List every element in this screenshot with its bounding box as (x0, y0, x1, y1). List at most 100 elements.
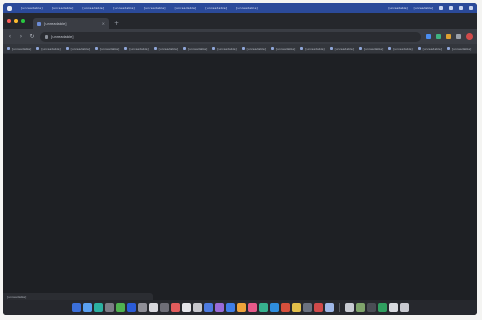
bookmark-item[interactable]: [unreadable] (388, 46, 413, 51)
dock-app-icon[interactable] (148, 303, 158, 312)
menu-bar: [unreadable] [unreadable] [unreadable] [… (3, 3, 477, 13)
extension-icon[interactable] (426, 34, 431, 39)
forward-button[interactable]: › (18, 33, 24, 40)
dock-app-icon[interactable] (302, 303, 312, 312)
dock-app-icon[interactable] (214, 303, 224, 312)
menu-item[interactable]: [unreadable] (113, 6, 135, 10)
extension-icon[interactable] (446, 34, 451, 39)
bookmark-favicon-icon (182, 47, 186, 50)
tab-close-icon[interactable]: × (102, 21, 105, 26)
bookmark-item[interactable]: [unreadable] (36, 47, 61, 51)
bookmark-favicon-icon (153, 47, 157, 50)
dock-app-icon[interactable] (313, 303, 323, 312)
menubar-status-area: [unreadable] [unreadable] (388, 6, 473, 10)
address-bar[interactable]: [unreadable] (40, 31, 421, 42)
menu-item[interactable]: [unreadable] (236, 6, 258, 10)
bookmark-item[interactable]: [unreadable] (94, 47, 119, 51)
dock-app-icon[interactable] (181, 303, 191, 312)
tab-title: [unreadable] (44, 21, 67, 26)
control-center-icon[interactable] (469, 6, 473, 10)
bookmark-item[interactable]: [unreadable] (300, 47, 325, 51)
bookmark-item[interactable]: [unreadable] (270, 47, 295, 51)
bookmark-label: [unreadable] (129, 46, 149, 51)
menu-item[interactable]: [unreadable] (82, 6, 104, 10)
bookmark-item[interactable]: [unreadable] (212, 47, 237, 51)
reload-button[interactable]: ↻ (29, 33, 35, 40)
bookmark-item[interactable]: [unreadable] (358, 47, 383, 51)
bookmark-label: [unreadable] (246, 46, 266, 51)
bookmark-favicon-icon (417, 47, 421, 50)
new-tab-button[interactable]: + (114, 20, 119, 27)
dock-app-icon[interactable] (159, 303, 169, 312)
bookmark-label: [unreadable] (158, 46, 178, 51)
profile-avatar[interactable] (466, 33, 473, 40)
address-url[interactable]: [unreadable] (51, 35, 74, 39)
bookmark-label: [unreadable] (451, 46, 472, 51)
menu-item[interactable]: [unreadable] (144, 6, 166, 10)
tab-favicon-icon (37, 21, 41, 26)
bookmarks-bar: [unreadable] [unreadable] [unreadable] [unr… (3, 44, 477, 54)
dock-app-icon[interactable] (71, 303, 81, 312)
lock-icon[interactable] (45, 34, 48, 39)
bookmark-item[interactable]: [unreadable] (65, 47, 90, 51)
page-content-area[interactable] (3, 54, 477, 292)
menu-item[interactable]: [unreadable] (205, 6, 227, 10)
maximize-window-button[interactable] (21, 19, 25, 23)
battery-icon[interactable] (449, 6, 453, 10)
bookmark-label: [unreadable] (187, 46, 208, 51)
bookmark-item[interactable]: [unreadable] (241, 46, 266, 51)
dock-app-icon[interactable] (225, 303, 235, 312)
bookmark-item[interactable]: [unreadable] (124, 46, 149, 51)
dock-app-icon[interactable] (258, 303, 268, 312)
dock-app-icon[interactable] (247, 303, 257, 312)
dock-app-icon[interactable] (82, 303, 92, 312)
search-icon[interactable] (459, 6, 463, 10)
apple-logo-icon[interactable] (7, 5, 12, 11)
extension-icon[interactable] (456, 34, 461, 39)
dock-app-icon[interactable] (126, 303, 136, 312)
dock-app-icon[interactable] (399, 303, 409, 312)
menubar-status-text[interactable]: [unreadable] (388, 6, 407, 10)
dock-app-icon[interactable] (104, 303, 114, 312)
menubar-status-text[interactable]: [unreadable] (414, 6, 433, 10)
dock-app-icon[interactable] (93, 303, 103, 312)
link-status-bar: [unreadable] (3, 293, 153, 300)
dock-app-icon[interactable] (366, 303, 376, 312)
menu-item[interactable]: [unreadable] (21, 6, 43, 10)
wifi-icon[interactable] (439, 6, 443, 10)
menu-item[interactable]: [unreadable] (52, 6, 74, 10)
browser-toolbar: ‹ › ↻ [unreadable] (3, 29, 477, 44)
bookmark-favicon-icon (329, 47, 333, 50)
dock-app-icon[interactable] (324, 303, 334, 312)
dock-app-icon[interactable] (280, 303, 290, 312)
bookmark-item[interactable]: [unreadable] (7, 47, 31, 51)
dock-app-icon[interactable] (236, 303, 246, 312)
dock-app-icon[interactable] (388, 303, 398, 312)
dock-app-icon[interactable] (203, 303, 213, 312)
dock-app-icon[interactable] (377, 303, 387, 312)
browser-tab-active[interactable]: [unreadable] × (33, 18, 109, 29)
extension-icon[interactable] (436, 34, 441, 39)
status-url-text: [unreadable] (7, 294, 27, 299)
dock-app-icon[interactable] (291, 303, 301, 312)
dock-app-icon[interactable] (115, 303, 125, 312)
bookmark-item[interactable]: [unreadable] (329, 47, 354, 51)
bookmark-item[interactable]: [unreadable] (182, 46, 208, 51)
menu-item[interactable]: [unreadable] (175, 6, 197, 10)
bookmark-favicon-icon (65, 47, 69, 50)
dock-app-icon[interactable] (137, 303, 147, 312)
dock-app-icon[interactable] (269, 303, 279, 312)
dock-app-icon[interactable] (344, 303, 354, 312)
bookmark-item[interactable]: [unreadable] (153, 46, 178, 51)
bookmark-item[interactable]: [unreadable] (446, 46, 472, 51)
close-window-button[interactable] (7, 19, 11, 23)
dock-app-icon[interactable] (170, 303, 180, 312)
back-button[interactable]: ‹ (7, 33, 13, 40)
bookmark-item[interactable]: [unreadable] (417, 47, 442, 51)
minimize-window-button[interactable] (14, 19, 18, 23)
dock-app-icon[interactable] (355, 303, 365, 312)
bookmark-favicon-icon (300, 47, 304, 50)
dock-app-icon[interactable] (192, 303, 202, 312)
bookmark-favicon-icon (446, 47, 450, 50)
bookmark-label: [unreadable] (393, 46, 413, 51)
